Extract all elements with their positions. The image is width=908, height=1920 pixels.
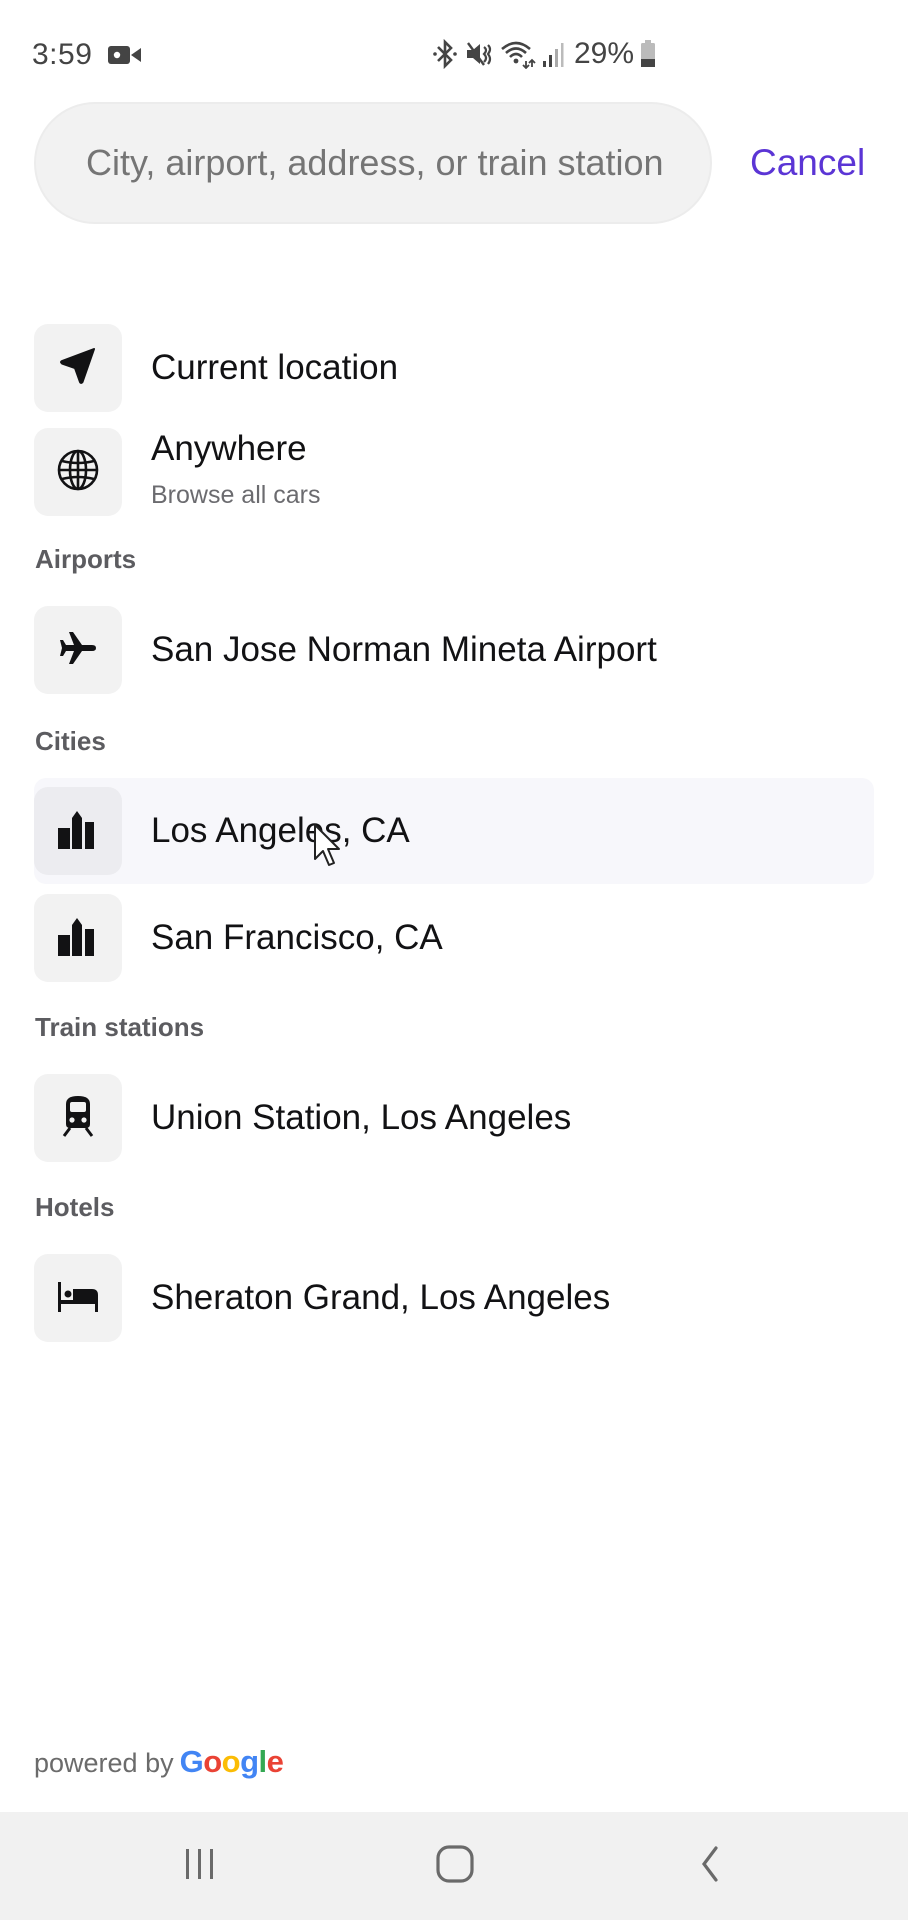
- google-letter: G: [179, 1744, 204, 1779]
- recent-apps-button[interactable]: [170, 1838, 230, 1894]
- section-header-hotels: Hotels: [35, 1192, 115, 1222]
- option-label: Current location: [151, 348, 399, 387]
- cancel-button[interactable]: Cancel: [750, 102, 865, 224]
- bed-icon: [56, 1276, 100, 1321]
- airplane-icon: [58, 628, 98, 673]
- current-location-option[interactable]: Current location: [34, 320, 874, 416]
- section-header-airports: Airports: [35, 544, 137, 574]
- icon-box: [34, 787, 122, 875]
- option-sublabel: Browse all cars: [151, 480, 321, 509]
- powered-by-text: powered by: [34, 1748, 174, 1778]
- google-logo: Google: [180, 1744, 284, 1780]
- section-header-cities: Cities: [35, 726, 106, 756]
- back-icon: [698, 1845, 722, 1888]
- location-search-input[interactable]: [86, 104, 708, 222]
- item-label: San Francisco, CA: [151, 918, 443, 957]
- wifi-icon: [500, 39, 536, 69]
- home-icon: [435, 1844, 475, 1889]
- powered-by-google: powered by Google: [34, 1744, 284, 1780]
- google-letter: o: [203, 1744, 222, 1779]
- status-bar: 3:59 29%: [0, 0, 908, 100]
- icon-box: [34, 894, 122, 982]
- bluetooth-icon: [432, 39, 458, 69]
- system-navigation-bar: [0, 1812, 908, 1920]
- status-time: 3:59: [32, 38, 93, 71]
- city-icon: [57, 915, 99, 962]
- battery-percent: 29%: [574, 37, 635, 70]
- search-box[interactable]: [34, 102, 712, 224]
- option-label: Anywhere: [151, 428, 307, 468]
- icon-box: [34, 1254, 122, 1342]
- city-item-los-angeles[interactable]: Los Angeles, CA: [34, 778, 874, 884]
- item-label: Sheraton Grand, Los Angeles: [151, 1278, 611, 1317]
- google-letter: o: [221, 1744, 241, 1779]
- back-button[interactable]: [680, 1838, 740, 1894]
- status-icons: 29%: [432, 36, 656, 72]
- google-letter: l: [258, 1744, 268, 1779]
- city-item-san-francisco[interactable]: San Francisco, CA: [34, 890, 874, 986]
- city-icon: [57, 808, 99, 855]
- google-letter: g: [240, 1744, 259, 1779]
- icon-box: [34, 324, 122, 412]
- navigation-arrow-icon: [56, 344, 100, 393]
- item-label: Los Angeles, CA: [151, 811, 410, 850]
- battery-icon: [640, 39, 656, 69]
- globe-icon: [55, 447, 101, 498]
- home-button[interactable]: [425, 1838, 485, 1894]
- item-label: Union Station, Los Angeles: [151, 1098, 572, 1137]
- train-icon: [58, 1094, 98, 1143]
- icon-box: [34, 606, 122, 694]
- item-label: San Jose Norman Mineta Airport: [151, 630, 657, 669]
- anywhere-option[interactable]: Anywhere Browse all cars: [34, 424, 874, 520]
- train-station-item[interactable]: Union Station, Los Angeles: [34, 1070, 874, 1166]
- signal-icon: [542, 39, 564, 69]
- recent-apps-icon: [182, 1847, 218, 1886]
- icon-box: [34, 1074, 122, 1162]
- icon-box: [34, 428, 122, 516]
- google-letter: e: [266, 1744, 284, 1779]
- airport-item[interactable]: San Jose Norman Mineta Airport: [34, 602, 874, 698]
- mute-icon: [464, 39, 494, 69]
- video-camera-icon: [108, 45, 142, 65]
- section-header-train-stations: Train stations: [35, 1012, 205, 1042]
- hotel-item[interactable]: Sheraton Grand, Los Angeles: [34, 1250, 874, 1346]
- search-row: Cancel: [34, 102, 894, 224]
